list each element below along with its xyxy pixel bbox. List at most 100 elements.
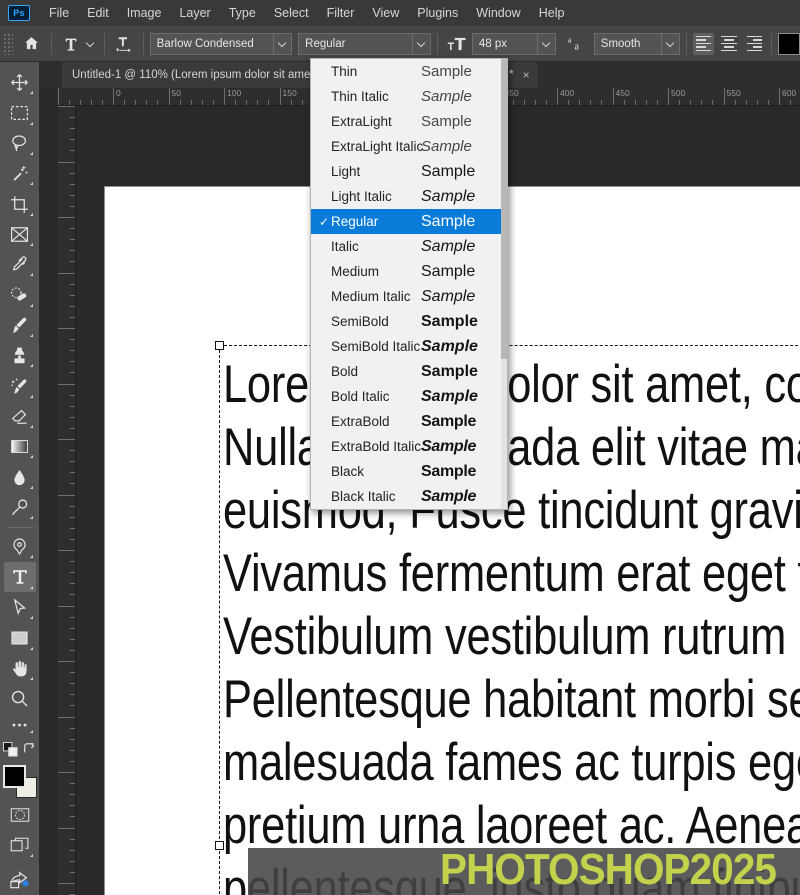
crop-tool[interactable] xyxy=(4,189,36,218)
share-icon[interactable] xyxy=(4,865,36,894)
font-style-option-black[interactable]: Black Sample xyxy=(311,459,507,484)
font-size-combo[interactable]: 48 px xyxy=(471,32,556,55)
anti-aliasing-combo[interactable]: Smooth xyxy=(593,32,680,55)
font-style-option-thin[interactable]: Thin Sample xyxy=(311,59,507,84)
clone-stamp-tool[interactable] xyxy=(4,341,36,370)
quick-mask-icon[interactable] xyxy=(4,800,36,829)
font-style-dropdown[interactable]: Thin Sample Thin Italic Sample ExtraLight Sam… xyxy=(310,58,508,510)
vertical-ruler[interactable] xyxy=(58,106,76,895)
close-icon[interactable]: × xyxy=(523,68,530,82)
font-style-option-extralight[interactable]: ExtraLight Sample xyxy=(311,109,507,134)
ruler-minor-tick xyxy=(70,416,75,418)
horizontal-type-tool[interactable] xyxy=(3,562,36,592)
ruler-minor-tick xyxy=(70,250,75,252)
ruler-tick xyxy=(723,88,725,105)
align-left-button[interactable] xyxy=(692,32,715,55)
ruler-minor-tick xyxy=(70,461,75,463)
rectangular-marquee-tool[interactable] xyxy=(4,98,36,127)
font-size-chevron-down-icon[interactable] xyxy=(536,33,555,54)
pen-tool[interactable] xyxy=(4,532,36,561)
font-style-option-extralight-italic[interactable]: ExtraLight Italic Sample xyxy=(311,134,507,159)
font-style-option-light-italic[interactable]: Light Italic Sample xyxy=(311,184,507,209)
menu-item-edit[interactable]: Edit xyxy=(78,2,118,24)
ruler-minor-tick xyxy=(70,294,75,296)
ruler-minor-tick xyxy=(579,100,581,105)
menu-item-file[interactable]: File xyxy=(40,2,78,24)
ruler-minor-tick xyxy=(70,117,75,119)
anti-aliasing-chevron-down-icon[interactable] xyxy=(660,33,679,54)
rectangle-tool[interactable] xyxy=(4,623,36,652)
menu-item-view[interactable]: View xyxy=(363,2,408,24)
menu-item-help[interactable]: Help xyxy=(530,2,574,24)
text-box-handle-top-left[interactable] xyxy=(215,341,224,350)
align-right-button[interactable] xyxy=(744,33,766,55)
gradient-tool[interactable] xyxy=(4,432,36,461)
spot-healing-brush-tool[interactable] xyxy=(4,280,36,309)
font-style-option-thin-italic[interactable]: Thin Italic Sample xyxy=(311,84,507,109)
ruler-minor-tick xyxy=(68,100,70,105)
type-tool-icon[interactable] xyxy=(58,31,84,57)
color-swatches[interactable] xyxy=(2,764,37,798)
font-style-option-bold-italic[interactable]: Bold Italic Sample xyxy=(311,384,507,409)
font-style-option-bold[interactable]: Bold Sample xyxy=(311,359,507,384)
font-style-option-regular[interactable]: ✓ Regular Sample xyxy=(311,209,507,234)
brush-tool[interactable] xyxy=(4,311,36,340)
ruler-minor-tick xyxy=(70,649,75,651)
font-style-option-semibold[interactable]: SemiBold Sample xyxy=(311,309,507,334)
menu-item-layer[interactable]: Layer xyxy=(170,2,219,24)
font-style-option-label: Italic xyxy=(331,239,359,254)
zoom-tool[interactable] xyxy=(4,684,36,713)
menu-item-type[interactable]: Type xyxy=(220,2,265,24)
edit-toolbar-button[interactable] xyxy=(4,714,36,736)
text-orientation-icon[interactable] xyxy=(111,31,137,57)
dropdown-scrollbar-thumb[interactable] xyxy=(501,59,507,359)
font-family-value: Barlow Condensed xyxy=(156,37,254,50)
font-style-combo[interactable]: Regular xyxy=(298,32,431,55)
history-brush-tool[interactable] xyxy=(4,371,36,400)
blur-tool[interactable] xyxy=(4,462,36,491)
menu-item-select[interactable]: Select xyxy=(265,2,318,24)
font-style-option-semibold-italic[interactable]: SemiBold Italic Sample xyxy=(311,334,507,359)
font-style-option-light[interactable]: Light Sample xyxy=(311,159,507,184)
ruler-minor-tick xyxy=(656,100,658,105)
font-style-option-italic[interactable]: Italic Sample xyxy=(311,234,507,259)
swap-colors-icon[interactable] xyxy=(23,742,37,761)
hand-tool[interactable] xyxy=(4,654,36,683)
font-style-option-extrabold-italic[interactable]: ExtraBold Italic Sample xyxy=(311,434,507,459)
foreground-color-swatch[interactable] xyxy=(2,764,26,788)
home-icon[interactable] xyxy=(19,31,45,57)
check-icon: ✓ xyxy=(318,214,330,229)
screen-mode-icon[interactable] xyxy=(4,830,36,859)
align-center-button[interactable] xyxy=(718,33,740,55)
ruler-minor-tick xyxy=(70,527,75,529)
text-color-swatch[interactable] xyxy=(778,32,800,55)
menu-item-image[interactable]: Image xyxy=(118,2,171,24)
ruler-label: 50 xyxy=(171,88,181,98)
font-style-chevron-down-icon[interactable] xyxy=(411,33,430,54)
font-family-chevron-down-icon[interactable] xyxy=(273,33,291,54)
lasso-tool[interactable] xyxy=(4,129,36,158)
menu-item-filter[interactable]: Filter xyxy=(318,2,364,24)
ruler-minor-tick xyxy=(58,605,75,607)
menu-item-plugins[interactable]: Plugins xyxy=(408,2,467,24)
font-style-option-medium[interactable]: Medium Sample xyxy=(311,259,507,284)
default-colors-icon[interactable] xyxy=(2,741,18,762)
font-style-option-extrabold[interactable]: ExtraBold Sample xyxy=(311,409,507,434)
font-style-option-medium-italic[interactable]: Medium Italic Sample xyxy=(311,284,507,309)
divider xyxy=(50,32,52,55)
ruler-minor-tick xyxy=(70,816,75,818)
font-style-option-black-italic[interactable]: Black Italic Sample xyxy=(311,484,507,509)
path-selection-tool[interactable] xyxy=(4,593,36,622)
tool-preset-chevron-down-icon[interactable] xyxy=(84,31,98,57)
frame-tool[interactable] xyxy=(4,220,36,249)
dodge-tool[interactable] xyxy=(4,493,36,522)
menu-item-window[interactable]: Window xyxy=(467,2,529,24)
ruler-minor-tick xyxy=(101,100,103,105)
eraser-tool[interactable] xyxy=(4,402,36,431)
options-bar-grip[interactable] xyxy=(3,32,13,55)
font-family-combo[interactable]: Barlow Condensed xyxy=(149,32,293,55)
object-selection-tool[interactable] xyxy=(4,159,36,188)
move-tool[interactable] xyxy=(4,68,36,97)
eyedropper-tool[interactable] xyxy=(4,250,36,279)
dropdown-scrollbar-track[interactable] xyxy=(501,59,507,509)
